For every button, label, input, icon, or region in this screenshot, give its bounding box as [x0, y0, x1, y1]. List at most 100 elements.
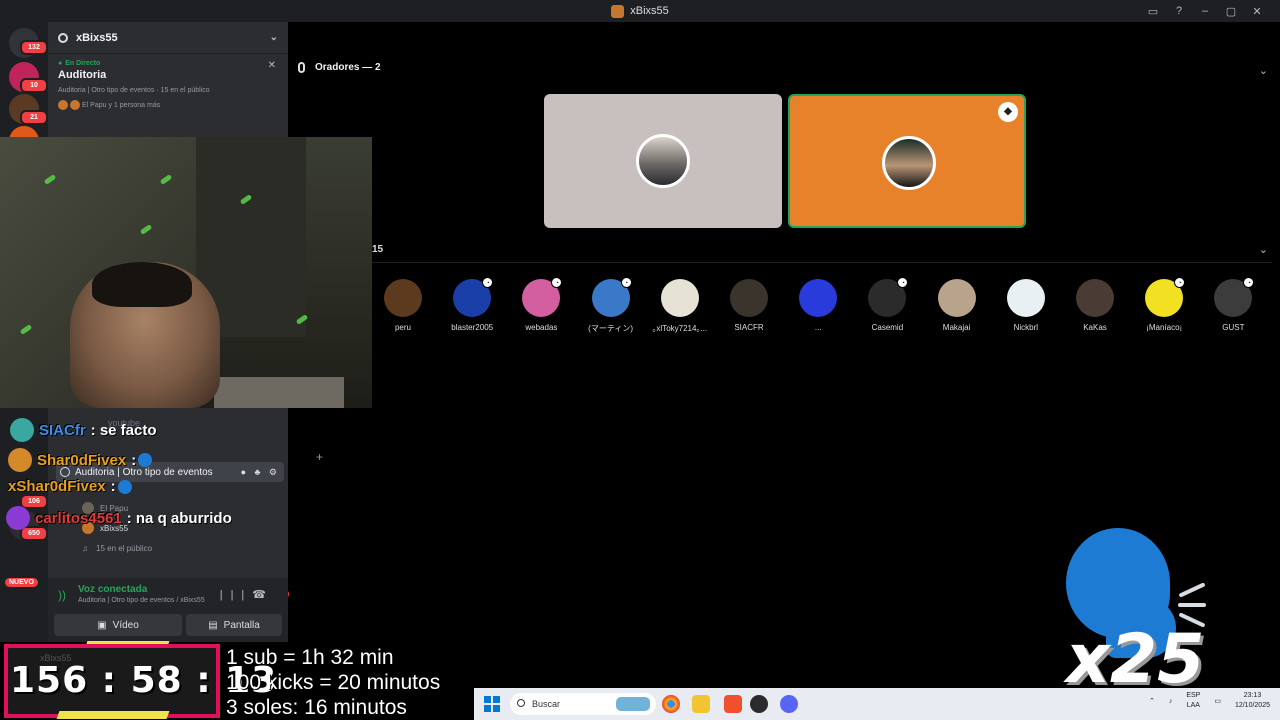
live-event-card[interactable]: En Directo Auditoria Auditoria | Otro ti… [48, 54, 288, 116]
moderator-shield-icon: ◆ [998, 102, 1018, 122]
audience-member[interactable]: ◔ ¡Maníaco¡ [1129, 277, 1199, 332]
audience-member[interactable]: ◔ GUST [1198, 277, 1268, 332]
obs-icon[interactable] [750, 695, 768, 713]
speaker-request-icon: ◔ [897, 277, 909, 288]
emote-icon [117, 479, 132, 494]
avatar [70, 100, 80, 110]
audience-count[interactable]: ♫ 15 en el público [82, 544, 152, 553]
avatar: ◔ [1145, 277, 1186, 317]
maximize-button[interactable]: ▢ [1218, 5, 1244, 18]
video-label: Vídeo [112, 619, 139, 631]
chevron-down-icon[interactable]: ⌄ [1259, 243, 1268, 256]
speaker-tile[interactable] [544, 94, 782, 228]
speakers-header[interactable]: Oradores — 2 [298, 62, 381, 73]
speaker-request-icon: ◔ [1174, 277, 1186, 288]
chat-text: : na q aburrido [126, 509, 232, 527]
close-icon[interactable]: ✕ [268, 60, 276, 71]
minimize-button[interactable]: – [1192, 5, 1218, 17]
clock-date: 12/10/2025 [1234, 702, 1270, 709]
taskbar: Buscar ⌃ ♪ ESP LAA ▭ 23:13 12/10/2025 [474, 688, 1280, 720]
discord-icon[interactable] [780, 695, 798, 713]
brave-icon[interactable] [724, 695, 742, 713]
network-icon[interactable]: ▭ [1214, 697, 1221, 705]
chevron-down-icon[interactable]: ⌄ [1259, 64, 1268, 77]
taskbar-search[interactable]: Buscar [510, 693, 656, 715]
member-name: Makajai [942, 323, 971, 332]
speakers-title: Oradores — 2 [315, 62, 381, 73]
inbox-icon[interactable]: ▭ [1140, 5, 1166, 18]
search-icon [517, 699, 525, 707]
search-highlight-icon [616, 697, 650, 711]
close-button[interactable]: ✕ [1244, 5, 1270, 18]
rule-line: 3 soles: 16 minutos [226, 696, 407, 719]
chat-message: xShar0dFivex : [8, 478, 132, 495]
event-people-text: El Papu y 1 persona más [82, 101, 161, 109]
microphone-icon [298, 62, 305, 73]
audience-member[interactable]: ◔ webadas [506, 277, 576, 332]
audience-member[interactable]: peru [368, 279, 438, 332]
channel-tools-icon[interactable]: ● ♣ ⚙ [241, 467, 280, 478]
server-name: xBixs55 [76, 31, 118, 44]
server-header[interactable]: xBixs55 ⌄ [48, 22, 288, 54]
voice-controls-icon[interactable]: |||☎ [220, 588, 274, 601]
emote-wave [1178, 603, 1206, 607]
chevron-up-icon[interactable]: ⌃ [1149, 697, 1155, 705]
audience-member[interactable]: Makajai [922, 279, 992, 332]
audience-member[interactable]: ◔ Casemid [852, 277, 922, 332]
audience-header: 15 [372, 244, 384, 255]
search-placeholder: Buscar [532, 699, 561, 709]
chat-message: carlitos4561 : na q aburrido [6, 506, 232, 530]
audience-member[interactable]: SIACFR [714, 279, 784, 332]
chat-avatar [10, 418, 34, 442]
chat-text: : se facto [90, 421, 157, 439]
windows-start-icon[interactable] [484, 696, 500, 712]
language-indicator[interactable]: ESP LAA [1186, 691, 1200, 711]
member-name: Casemid [871, 323, 904, 332]
event-people: El Papu y 1 persona más [58, 100, 278, 110]
timer-accent [56, 711, 170, 719]
webcam-overlay [0, 137, 372, 408]
system-tray: ⌃ ♪ ESP LAA ▭ 23:13 12/10/2025 [1149, 691, 1270, 711]
avatar: ◔ [1214, 277, 1255, 317]
rule-line: 100 kicks = 20 minutos [226, 671, 441, 694]
avatar [58, 100, 68, 110]
member-name: peru [394, 323, 411, 332]
add-icon[interactable]: + [316, 450, 323, 464]
avatar [937, 279, 976, 317]
screen-label: Pantalla [223, 619, 260, 631]
audience-member[interactable]: ◔ blaster2005 [437, 277, 507, 332]
signal-icon[interactable]: )) [58, 588, 66, 602]
audience-count-text: 15 en el público [96, 544, 153, 553]
screen-share-button[interactable]: ▤ Pantalla [186, 614, 282, 636]
avatar: ◔ [522, 277, 563, 317]
clock[interactable]: 23:13 12/10/2025 [1235, 691, 1270, 711]
speaker-tile[interactable]: ◆ [788, 94, 1026, 228]
video-button[interactable]: ▣ Vídeo [54, 614, 182, 636]
audience-member[interactable]: Nickbrl [991, 279, 1061, 332]
microphone-tray-icon[interactable]: ♪ [1169, 698, 1173, 705]
chrome-icon[interactable] [662, 695, 680, 713]
new-badge: NUEVO [5, 578, 38, 587]
chat-user: Shar0dFivex [37, 451, 127, 469]
chevron-down-icon: ⌄ [269, 32, 278, 43]
audience-member[interactable]: ｡xlToky7214｡... [645, 279, 715, 334]
member-name: GUST [1222, 323, 1245, 332]
avatar: ◔ [591, 277, 632, 317]
title-bar: xBixs55 ▭ ? – ▢ ✕ [0, 0, 1280, 22]
audience-member[interactable]: ◔ (マーティン) [576, 277, 646, 334]
speaker-request-icon: ◔ [551, 277, 563, 288]
server-gear-icon [58, 32, 68, 43]
audience-member[interactable]: KaKas [1060, 279, 1130, 332]
speaker-request-icon: ◔ [1243, 277, 1255, 288]
chat-message: Shar0dFivex : [8, 448, 153, 472]
lang-bottom: LAA [1186, 702, 1200, 709]
file-explorer-icon[interactable] [692, 695, 710, 713]
window-title: xBixs55 [630, 5, 669, 17]
chat-user: carlitos4561 [35, 509, 122, 527]
subathon-rules: 1 sub = 1h 32 min 100 kicks = 20 minutos… [226, 645, 440, 720]
audience-member[interactable]: ... [783, 279, 853, 332]
help-icon[interactable]: ? [1166, 5, 1192, 17]
avatar [1076, 279, 1114, 317]
member-name: ｡xlToky7214｡... [652, 324, 708, 333]
member-name: ... [814, 323, 822, 332]
